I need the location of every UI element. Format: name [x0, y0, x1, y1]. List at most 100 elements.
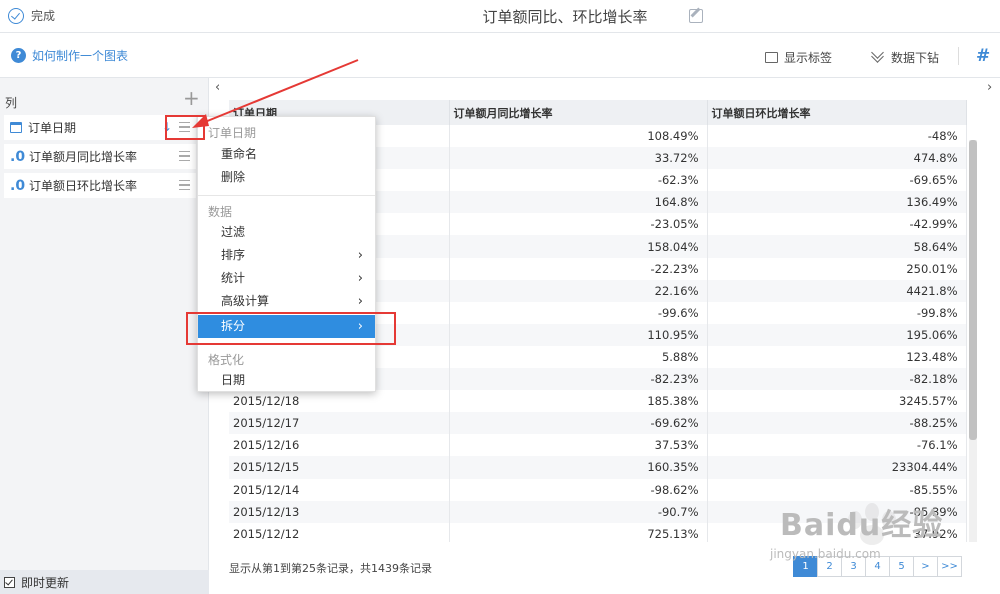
columns-panel: 列 + 订单日期 ↓ .0 订单额月同比增长率 .0 订单额日环比增长率 即时更… [0, 78, 209, 594]
cell-daily-mom: 4421.8% [707, 279, 967, 302]
cell-daily-mom: 250.01% [707, 257, 967, 280]
field-label: 订单额日环比增长率 [29, 179, 138, 193]
cell-daily-mom: -82.18% [707, 368, 967, 391]
page-title: 订单额同比、环比增长率 [482, 8, 648, 26]
menu-item-date[interactable]: 日期 [198, 369, 375, 392]
cell-daily-mom: -69.65% [707, 169, 967, 192]
cell-daily-mom: 195.06% [707, 323, 967, 346]
cell-monthly-yoy: -98.62% [449, 478, 708, 501]
cell-daily-mom: 123.48% [707, 345, 967, 369]
cell-daily-mom: 23304.44% [707, 456, 967, 479]
cell-order-date: 2015/12/15 [229, 456, 450, 479]
cell-monthly-yoy: -23.05% [449, 213, 708, 236]
cell-daily-mom: -48% [707, 125, 967, 148]
field-context-menu: 订单日期 重命名 删除 数据 过滤 排序 › 统计 › 高级计算 › 拆分 › 格式化 … [197, 116, 376, 392]
cell-order-date: 2015/12/12 [229, 522, 450, 542]
auto-update-checkbox[interactable] [4, 576, 15, 588]
menu-item-label: 排序 [221, 248, 246, 262]
cell-monthly-yoy: 37.53% [449, 434, 708, 457]
cell-order-date: 2015/12/14 [229, 478, 450, 501]
menu-item-stats[interactable]: 统计 › [198, 267, 375, 290]
drill-down-label: 数据下钻 [891, 51, 940, 65]
cell-monthly-yoy: -22.23% [449, 257, 708, 280]
label-icon [765, 52, 778, 63]
cell-monthly-yoy: -69.62% [449, 412, 708, 435]
menu-item-label: 高级计算 [221, 294, 270, 308]
scroll-right-button[interactable]: › [987, 80, 992, 95]
grid-icon[interactable]: # [976, 46, 990, 66]
cell-monthly-yoy: 725.13% [449, 522, 708, 542]
show-labels-button[interactable]: 显示标签 [765, 49, 832, 66]
scrollbar-thumb[interactable] [969, 140, 977, 440]
menu-item-rename[interactable]: 重命名 [198, 143, 375, 166]
number-icon: .0 [10, 177, 26, 194]
cell-daily-mom: -99.8% [707, 301, 967, 324]
field-menu-icon[interactable] [179, 180, 190, 190]
cell-order-date: 2015/12/17 [229, 412, 450, 435]
top-bar: 完成 订单额同比、环比增长率 [0, 0, 1000, 33]
cell-monthly-yoy: 164.8% [449, 191, 708, 214]
cell-monthly-yoy: 5.88% [449, 345, 708, 369]
menu-item-delete[interactable]: 删除 [198, 166, 375, 189]
vertical-scrollbar[interactable] [969, 140, 977, 542]
cell-daily-mom: 3245.57% [707, 390, 967, 413]
auto-update-toggle[interactable]: 即时更新 [0, 570, 209, 594]
watermark-url: jingyan.baidu.com [770, 547, 881, 561]
cell-daily-mom: 58.64% [707, 235, 967, 258]
cell-order-date: 2015/12/16 [229, 434, 450, 457]
toolbar: ? 如何制作一个图表 显示标签 数据下钻 # [0, 33, 1000, 78]
watermark-brand: Baidu经验 [780, 508, 944, 543]
cell-monthly-yoy: -62.3% [449, 169, 708, 192]
columns-title: 列 [5, 96, 18, 110]
auto-update-label: 即时更新 [21, 575, 70, 590]
cell-monthly-yoy: 110.95% [449, 323, 708, 346]
field-label: 订单日期 [28, 121, 77, 135]
annotation-highlight-menu-icon [165, 115, 205, 140]
menu-item-label: 重命名 [221, 147, 258, 161]
cell-monthly-yoy: 22.16% [449, 279, 708, 302]
menu-item-label: 统计 [221, 271, 246, 285]
menu-item-label: 日期 [221, 373, 246, 387]
cell-monthly-yoy: -99.6% [449, 301, 708, 324]
menu-item-filter[interactable]: 过滤 [198, 221, 375, 244]
number-icon: .0 [10, 148, 26, 165]
header-daily-mom[interactable]: 订单额日环比增长率 [707, 100, 967, 125]
cell-daily-mom: 136.49% [707, 191, 967, 214]
cell-order-date: 2015/12/13 [229, 500, 450, 523]
help-link-label: 如何制作一个图表 [32, 49, 129, 63]
cell-monthly-yoy: 160.35% [449, 456, 708, 479]
table-row[interactable]: 2015/12/17 -69.62% -88.25% [229, 412, 967, 435]
menu-heading-field: 订单日期 [208, 126, 257, 140]
show-labels-label: 显示标签 [784, 51, 833, 65]
record-count: 显示从第1到第25条记录，共1439条记录 [229, 562, 432, 575]
cell-monthly-yoy: 33.72% [449, 147, 708, 170]
table-row[interactable]: 2015/12/18 185.38% 3245.57% [229, 390, 967, 413]
calendar-icon [10, 122, 22, 133]
field-monthly-yoy[interactable]: .0 订单额月同比增长率 [4, 144, 196, 169]
menu-item-advanced-calc[interactable]: 高级计算 › [198, 290, 375, 313]
cell-monthly-yoy: 185.38% [449, 390, 708, 413]
chevron-right-icon: › [357, 271, 363, 286]
cell-monthly-yoy: 108.49% [449, 125, 708, 148]
field-label: 订单额月同比增长率 [29, 150, 138, 164]
table-row[interactable]: 2015/12/15 160.35% 23304.44% [229, 456, 967, 479]
header-monthly-yoy[interactable]: 订单额月同比增长率 [449, 100, 708, 125]
add-column-button[interactable]: + [183, 88, 200, 108]
menu-item-label: 过滤 [221, 225, 246, 239]
edit-title-icon[interactable] [689, 9, 703, 23]
drill-down-button[interactable]: 数据下钻 [872, 49, 939, 66]
field-daily-mom[interactable]: .0 订单额日环比增长率 [4, 173, 196, 198]
help-link[interactable]: ? 如何制作一个图表 [11, 47, 128, 64]
toolbar-divider [958, 47, 959, 65]
cell-monthly-yoy: -82.23% [449, 368, 708, 391]
cell-order-date: 2015/12/18 [229, 390, 450, 413]
menu-divider [198, 195, 375, 196]
scroll-left-button[interactable]: ‹ [215, 80, 220, 95]
table-row[interactable]: 2015/12/16 37.53% -76.1% [229, 434, 967, 457]
cell-daily-mom: -42.99% [707, 213, 967, 236]
field-menu-icon[interactable] [179, 151, 190, 161]
menu-item-sort[interactable]: 排序 › [198, 244, 375, 267]
annotation-highlight-split [186, 312, 396, 345]
drill-down-icon [872, 52, 885, 63]
help-icon: ? [11, 48, 26, 63]
